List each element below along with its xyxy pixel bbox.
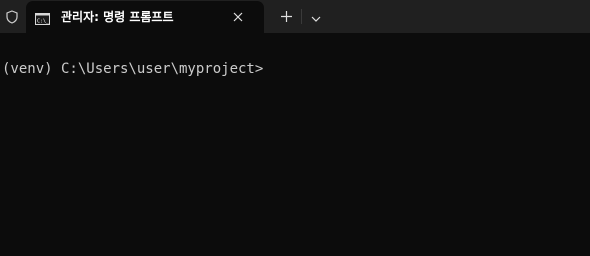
- new-tab-button[interactable]: [272, 4, 300, 29]
- tab-command-prompt[interactable]: C:\_ 관리자: 명령 프롬프트: [26, 1, 264, 33]
- svg-text:C:\_: C:\_: [37, 19, 50, 25]
- plus-icon: [280, 7, 292, 26]
- chevron-down-icon: [311, 7, 321, 26]
- tab-title: 관리자: 명령 프롬프트: [61, 10, 174, 24]
- terminal-area[interactable]: (venv) C:\Users\user\myproject>: [0, 33, 590, 256]
- terminal-icon: C:\_: [35, 10, 50, 25]
- tab-divider: [301, 9, 302, 24]
- close-icon[interactable]: [230, 9, 246, 25]
- tab-dropdown-button[interactable]: [304, 4, 328, 29]
- command-prompt-line: (venv) C:\Users\user\myproject>: [2, 61, 264, 77]
- title-bar: C:\_ 관리자: 명령 프롬프트: [0, 0, 590, 33]
- shield-icon: [0, 0, 24, 33]
